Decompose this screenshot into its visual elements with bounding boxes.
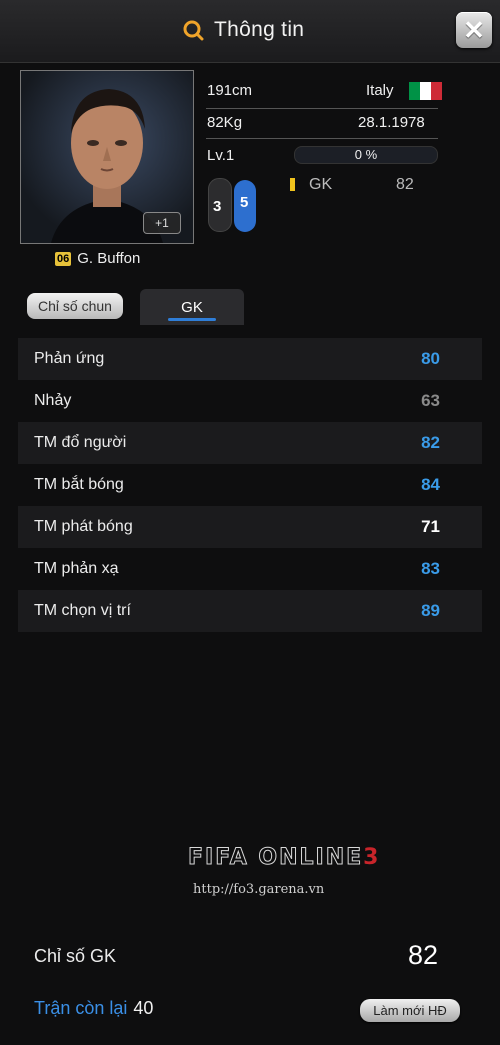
attribute-value: 71 (421, 517, 440, 536)
stat-tabs: Chỉ số chun GK (0, 289, 500, 327)
position-rating: 82 (396, 176, 414, 193)
tab-gk-label: GK (181, 298, 203, 316)
attribute-row: TM phát bóng 71 (18, 506, 482, 548)
position-marker (290, 178, 295, 191)
tab-basic-stats[interactable]: Chỉ số chun (27, 293, 123, 319)
attribute-name: Phản ứng (34, 350, 105, 367)
player-nationality: Italy (366, 82, 394, 99)
left-foot-rating: 3 (213, 198, 222, 215)
divider (206, 108, 438, 109)
window-title: Thông tin (214, 18, 305, 41)
active-tab-indicator (168, 318, 216, 321)
attribute-value: 83 (421, 559, 440, 578)
player-name-row: 06 G. Buffon (55, 250, 140, 267)
tab-gk[interactable]: GK (140, 289, 244, 325)
remaining-matches-value: 40 (133, 998, 154, 1018)
attribute-value: 82 (421, 433, 440, 452)
italy-flag-icon (409, 82, 442, 100)
attribute-value: 84 (421, 475, 440, 494)
player-level: Lv.1 (207, 147, 235, 164)
summary-label: Chỉ số GK (34, 946, 117, 966)
remaining-matches-label: Trận còn lại (34, 998, 128, 1018)
flag-stripe-red (431, 82, 442, 100)
title-group: Thông tin (182, 18, 304, 42)
level-progress-bar: 0 % (294, 146, 438, 164)
title-bar: Thông tin ✕ (0, 0, 500, 63)
attribute-row: TM phản xạ 83 (18, 548, 482, 590)
attribute-row: Nhảy 63 (18, 380, 482, 422)
logo-text: FIFA ONLINE (187, 845, 364, 871)
upgrade-badge: +1 (143, 212, 181, 234)
summary-value: 82 (408, 940, 439, 970)
player-name: G. Buffon (77, 250, 141, 267)
attribute-value: 89 (421, 601, 440, 620)
level-progress-text: 0 % (354, 147, 378, 162)
attribute-value: 63 (421, 391, 440, 410)
fifa-online-logo: FIFA ONLINE3 (187, 845, 381, 871)
divider (206, 138, 438, 139)
attribute-row: Phản ứng 80 (18, 338, 482, 380)
attribute-name: Nhảy (34, 392, 72, 409)
right-foot-rating: 5 (240, 194, 249, 211)
attribute-name: TM phát bóng (34, 518, 133, 535)
flag-stripe-white (420, 82, 431, 100)
player-weight: 82Kg (207, 114, 243, 131)
attribute-name: TM chọn vị trí (34, 602, 131, 619)
search-icon (183, 20, 204, 41)
attribute-list: Phản ứng 80 Nhảy 63 TM đổ người 82 TM bắt bóng… (18, 338, 482, 632)
player-height: 191cm (207, 82, 253, 99)
attribute-name: TM phản xạ (34, 560, 119, 577)
attribute-row: TM đổ người 82 (18, 422, 482, 464)
close-icon: ✕ (463, 15, 485, 45)
attribute-row: TM bắt bóng 84 (18, 464, 482, 506)
attribute-name: TM đổ người (34, 434, 127, 451)
close-button[interactable]: ✕ (456, 12, 492, 48)
website-url: http://fo3.garena.vn (193, 882, 325, 897)
attribute-row: TM chọn vị trí 89 (18, 590, 482, 632)
attribute-value: 80 (421, 349, 440, 368)
remaining-matches-row: Trận còn lại 40 (34, 998, 153, 1019)
attribute-name: TM bắt bóng (34, 476, 124, 493)
season-badge: 06 (55, 251, 72, 266)
logo-number: 3 (363, 845, 381, 870)
flag-stripe-green (409, 82, 420, 100)
player-position: GK (309, 176, 333, 193)
player-birthdate: 28.1.1978 (358, 114, 425, 131)
renew-contract-button[interactable]: Làm mới HĐ (360, 999, 460, 1022)
